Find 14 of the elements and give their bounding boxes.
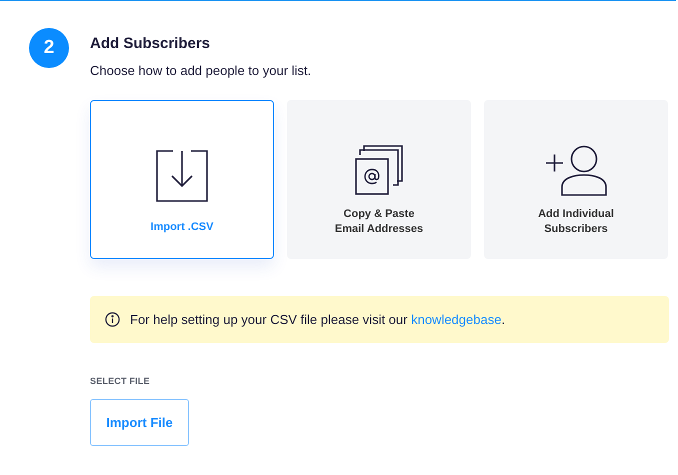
info-icon	[105, 312, 120, 327]
import-file-button[interactable]: Import File	[90, 399, 189, 446]
step-subtitle: Choose how to add people to your list.	[90, 63, 312, 78]
section-label: SELECT FILE	[90, 376, 151, 386]
step-title: Add Subscribers	[90, 35, 212, 52]
stacked-email-icon	[354, 145, 404, 197]
knowledgebase-link[interactable]: knowledgebase	[411, 312, 502, 327]
option-card[interactable]: Import .CSV	[90, 100, 274, 259]
option-card[interactable]: Add Individual Subscribers	[484, 100, 668, 259]
add-person-icon	[544, 145, 608, 197]
notice-text: For help setting up your CSV file please visit our knowledgebase.	[130, 312, 506, 327]
download-icon	[155, 149, 209, 203]
step-number: 2	[29, 28, 69, 68]
option-card[interactable]: Copy & Paste Email Addresses	[287, 100, 471, 259]
